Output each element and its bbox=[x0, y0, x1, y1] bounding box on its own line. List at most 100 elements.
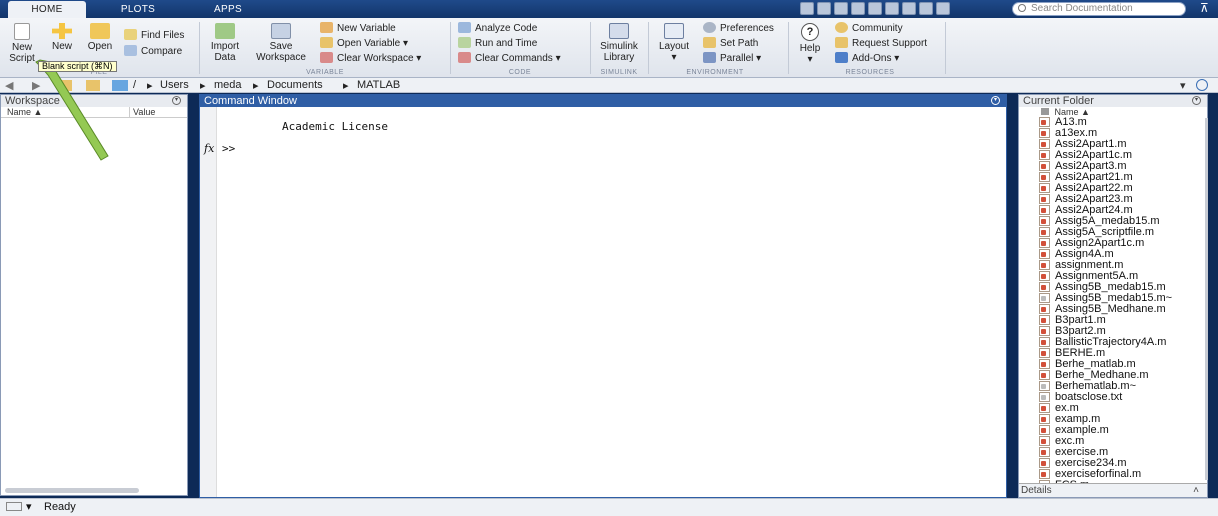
search-documentation-input[interactable]: Search Documentation bbox=[1012, 2, 1186, 16]
layout-icon bbox=[664, 23, 684, 39]
analyze-code-button[interactable]: Analyze Code bbox=[458, 22, 537, 35]
m-file-icon bbox=[1039, 150, 1050, 160]
ribbon-separator bbox=[199, 22, 200, 74]
find-files-label: Find Files bbox=[141, 30, 185, 41]
home-ribbon: New Script New Open Find Files Compare F… bbox=[0, 18, 1218, 78]
new-variable-icon bbox=[320, 22, 333, 33]
m-file-icon bbox=[1039, 238, 1050, 248]
path-segment-matlab[interactable]: MATLAB bbox=[357, 79, 400, 91]
save-icon[interactable] bbox=[817, 2, 831, 15]
run-and-time-button[interactable]: Run and Time bbox=[458, 37, 537, 50]
workspace-header-divider bbox=[1, 117, 187, 118]
question-icon: ? bbox=[801, 23, 819, 41]
help-button[interactable]: ? Help ▾ bbox=[796, 23, 824, 65]
back-arrow-icon[interactable]: ◀ bbox=[5, 79, 13, 92]
simulink-library-button[interactable]: Simulink Library bbox=[596, 23, 642, 63]
current-folder-path-bar: ◀ ▶ / ▸ Users ▸ meda ▸ Documents ▸ MATLA… bbox=[0, 78, 1218, 93]
path-dropdown-icon[interactable]: ▾ bbox=[1180, 79, 1186, 92]
m-file-icon bbox=[1039, 348, 1050, 358]
m-file-icon bbox=[1039, 139, 1050, 149]
workspace-panel: Workspace ▾ Name ▲ Value bbox=[0, 94, 188, 496]
new-script-button[interactable]: New Script bbox=[6, 23, 38, 64]
details-label: Details bbox=[1021, 485, 1052, 496]
status-text: Ready bbox=[44, 501, 76, 513]
clear-workspace-button[interactable]: Clear Workspace ▾ bbox=[320, 52, 421, 65]
up-folder-icon[interactable] bbox=[58, 80, 72, 91]
save-workspace-icon bbox=[271, 23, 291, 39]
file-list-scrollbar[interactable] bbox=[1205, 118, 1208, 480]
save-label-2: Workspace bbox=[256, 52, 306, 63]
collapse-toolstrip-icon[interactable]: ⊼ bbox=[1200, 1, 1209, 15]
command-window-menu-icon[interactable]: ▾ bbox=[991, 96, 1000, 105]
clear-commands-icon bbox=[458, 52, 471, 63]
m-file-icon bbox=[1039, 447, 1050, 457]
new-button[interactable]: New bbox=[48, 23, 76, 52]
search-folder-icon[interactable] bbox=[1196, 79, 1208, 91]
tab-home[interactable]: HOME bbox=[8, 1, 86, 18]
open-variable-icon bbox=[320, 37, 333, 48]
clear-commands-button[interactable]: Clear Commands ▾ bbox=[458, 52, 561, 65]
command-prompt[interactable]: >> bbox=[222, 142, 235, 155]
m-file-icon bbox=[1039, 370, 1050, 380]
new-icon[interactable] bbox=[800, 2, 814, 15]
paste-icon[interactable] bbox=[868, 2, 882, 15]
details-pane[interactable]: Details ˄ bbox=[1019, 483, 1207, 497]
m-file-icon bbox=[1039, 337, 1050, 347]
add-ons-button[interactable]: Add-Ons ▾ bbox=[835, 52, 899, 65]
redo-icon[interactable] bbox=[902, 2, 916, 15]
m-file-icon bbox=[1039, 128, 1050, 138]
help-icon[interactable] bbox=[936, 2, 950, 15]
find-files-icon bbox=[124, 29, 137, 40]
preferences-button[interactable]: Preferences bbox=[703, 22, 774, 35]
compare-button[interactable]: Compare bbox=[124, 45, 182, 58]
m-file-icon bbox=[1039, 436, 1050, 446]
new-label: New bbox=[51, 41, 72, 52]
m-file-icon bbox=[1039, 260, 1050, 270]
path-segment-meda[interactable]: meda bbox=[214, 79, 242, 91]
folder-icon bbox=[90, 23, 110, 39]
new-script-label-2: Script bbox=[9, 53, 35, 64]
browse-folder-icon[interactable] bbox=[86, 80, 100, 91]
quick-access-toolbar bbox=[800, 2, 950, 15]
analyze-code-label: Analyze Code bbox=[475, 23, 538, 34]
path-segment-users[interactable]: Users bbox=[160, 79, 189, 91]
workspace-col-value[interactable]: Value bbox=[129, 107, 155, 117]
import-icon bbox=[215, 23, 235, 39]
undo-icon[interactable] bbox=[885, 2, 899, 15]
forward-arrow-icon[interactable]: ▶ bbox=[32, 79, 40, 92]
tab-plots[interactable]: PLOTS bbox=[100, 1, 176, 18]
layout-button[interactable]: Layout ▾ bbox=[654, 23, 694, 63]
path-segment-documents[interactable]: Documents bbox=[267, 79, 323, 91]
clear-commands-label: Clear Commands bbox=[475, 53, 553, 64]
copy-icon[interactable] bbox=[851, 2, 865, 15]
function-browser-icon[interactable]: fx bbox=[204, 142, 214, 155]
parallel-button[interactable]: Parallel ▾ bbox=[703, 52, 761, 65]
path-separator-icon: ▸ bbox=[147, 80, 153, 92]
cut-icon[interactable] bbox=[834, 2, 848, 15]
import-data-button[interactable]: Import Data bbox=[204, 23, 246, 63]
path-segment-root[interactable]: / bbox=[133, 79, 136, 91]
request-support-button[interactable]: Request Support bbox=[835, 37, 927, 50]
community-label: Community bbox=[852, 23, 903, 34]
community-button[interactable]: Community bbox=[835, 22, 903, 35]
switch-windows-icon[interactable] bbox=[919, 2, 933, 15]
workspace-scrollbar[interactable] bbox=[5, 488, 139, 493]
set-path-button[interactable]: Set Path bbox=[703, 37, 758, 50]
save-workspace-button[interactable]: Save Workspace bbox=[252, 23, 310, 63]
workspace-col-name[interactable]: Name ▲ bbox=[7, 107, 42, 117]
chevron-up-icon[interactable]: ˄ bbox=[1193, 484, 1199, 498]
m-file-icon bbox=[1039, 271, 1050, 281]
help-label: Help bbox=[799, 43, 821, 54]
gear-icon bbox=[703, 22, 716, 33]
current-folder-menu-icon[interactable]: ▾ bbox=[1192, 96, 1201, 105]
find-files-button[interactable]: Find Files bbox=[124, 29, 184, 42]
new-variable-button[interactable]: New Variable bbox=[320, 22, 396, 35]
open-button[interactable]: Open bbox=[84, 23, 116, 52]
open-variable-button[interactable]: Open Variable ▾ bbox=[320, 37, 408, 50]
analyze-code-icon bbox=[458, 22, 471, 33]
m-file-icon bbox=[1039, 304, 1050, 314]
m-file-icon bbox=[1039, 315, 1050, 325]
tab-apps[interactable]: APPS bbox=[190, 1, 266, 18]
workspace-menu-icon[interactable]: ▾ bbox=[172, 96, 181, 105]
compare-icon bbox=[124, 45, 137, 56]
